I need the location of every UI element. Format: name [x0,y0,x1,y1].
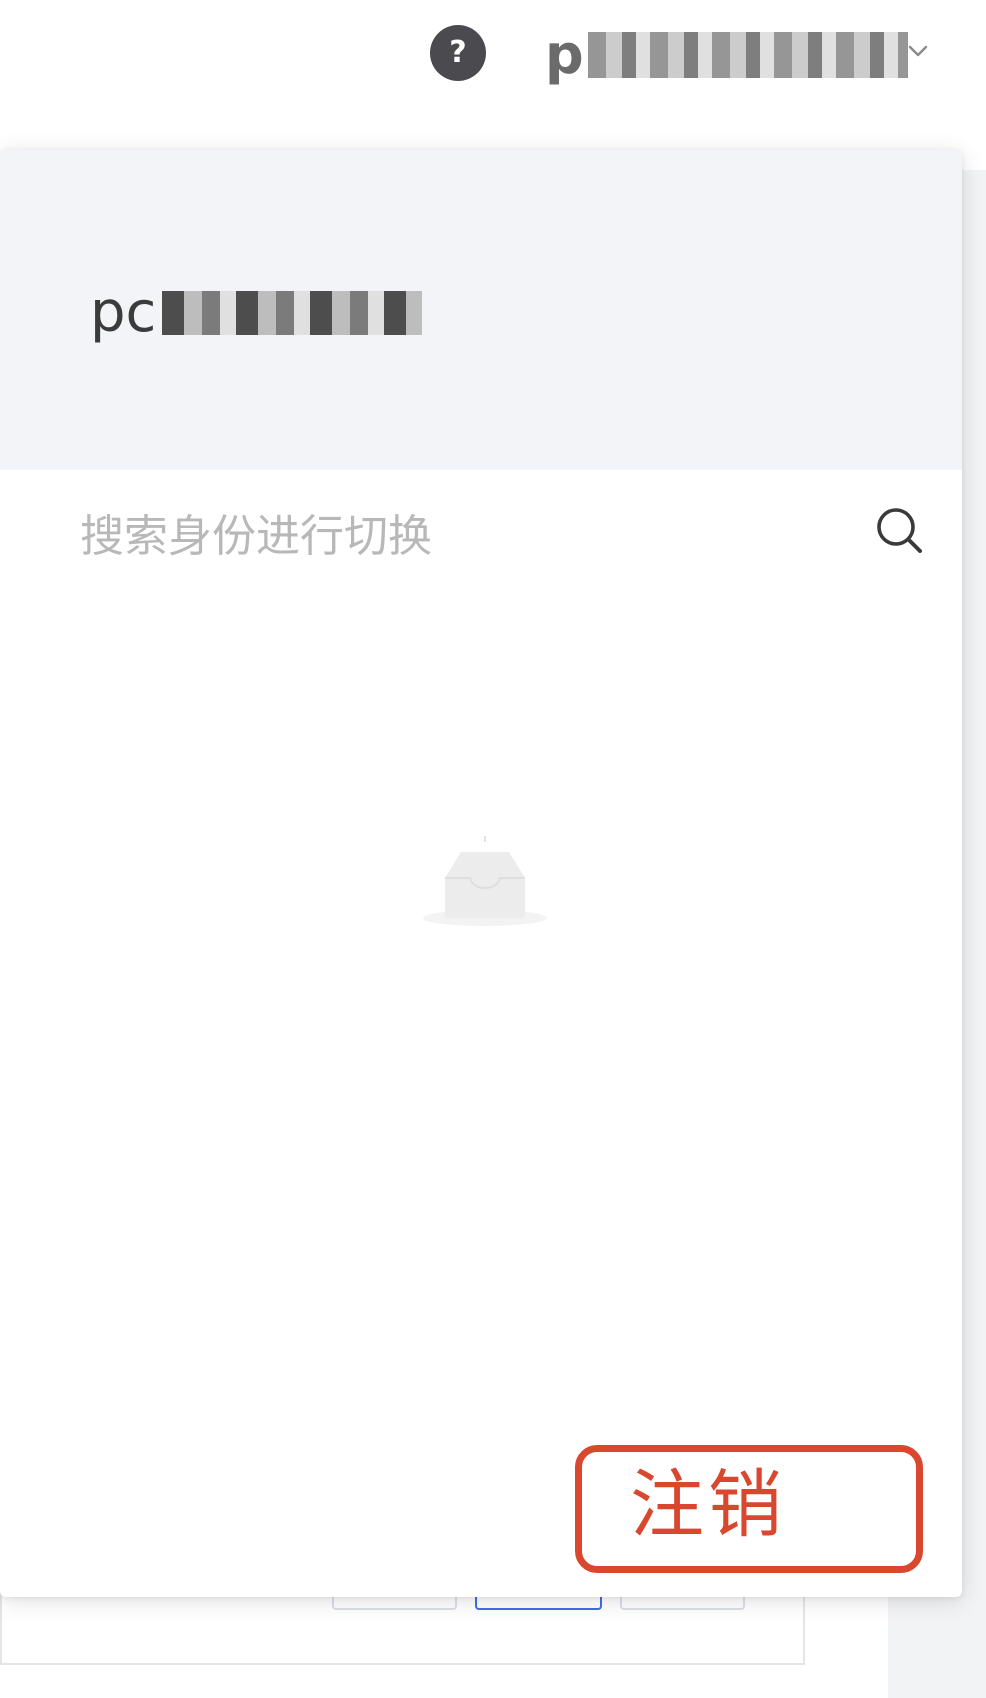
current-identity-header: pc [0,150,962,470]
question-circle-icon[interactable]: ? [430,25,486,81]
identity-search-input[interactable] [80,500,840,572]
empty-inbox-icon [423,836,547,926]
chevron-down-icon[interactable] [905,38,931,64]
help-glyph: ? [449,35,467,70]
top-bar: ? p [0,0,986,120]
identity-name-prefix: pc [90,280,157,345]
logout-button[interactable]: 注销 [630,1455,786,1555]
search-icon[interactable] [873,504,927,558]
page: ? p pc 搜索身份进行切换 注销 [0,0,986,1698]
current-identity-name: pc [90,280,423,345]
user-name-redacted [587,32,908,78]
user-menu-trigger[interactable]: p [545,28,908,82]
identity-search-row [0,470,962,610]
identity-name-redacted [162,290,423,335]
account-dropdown: pc 注销 [0,150,962,1597]
user-name-prefix: p [545,23,584,86]
